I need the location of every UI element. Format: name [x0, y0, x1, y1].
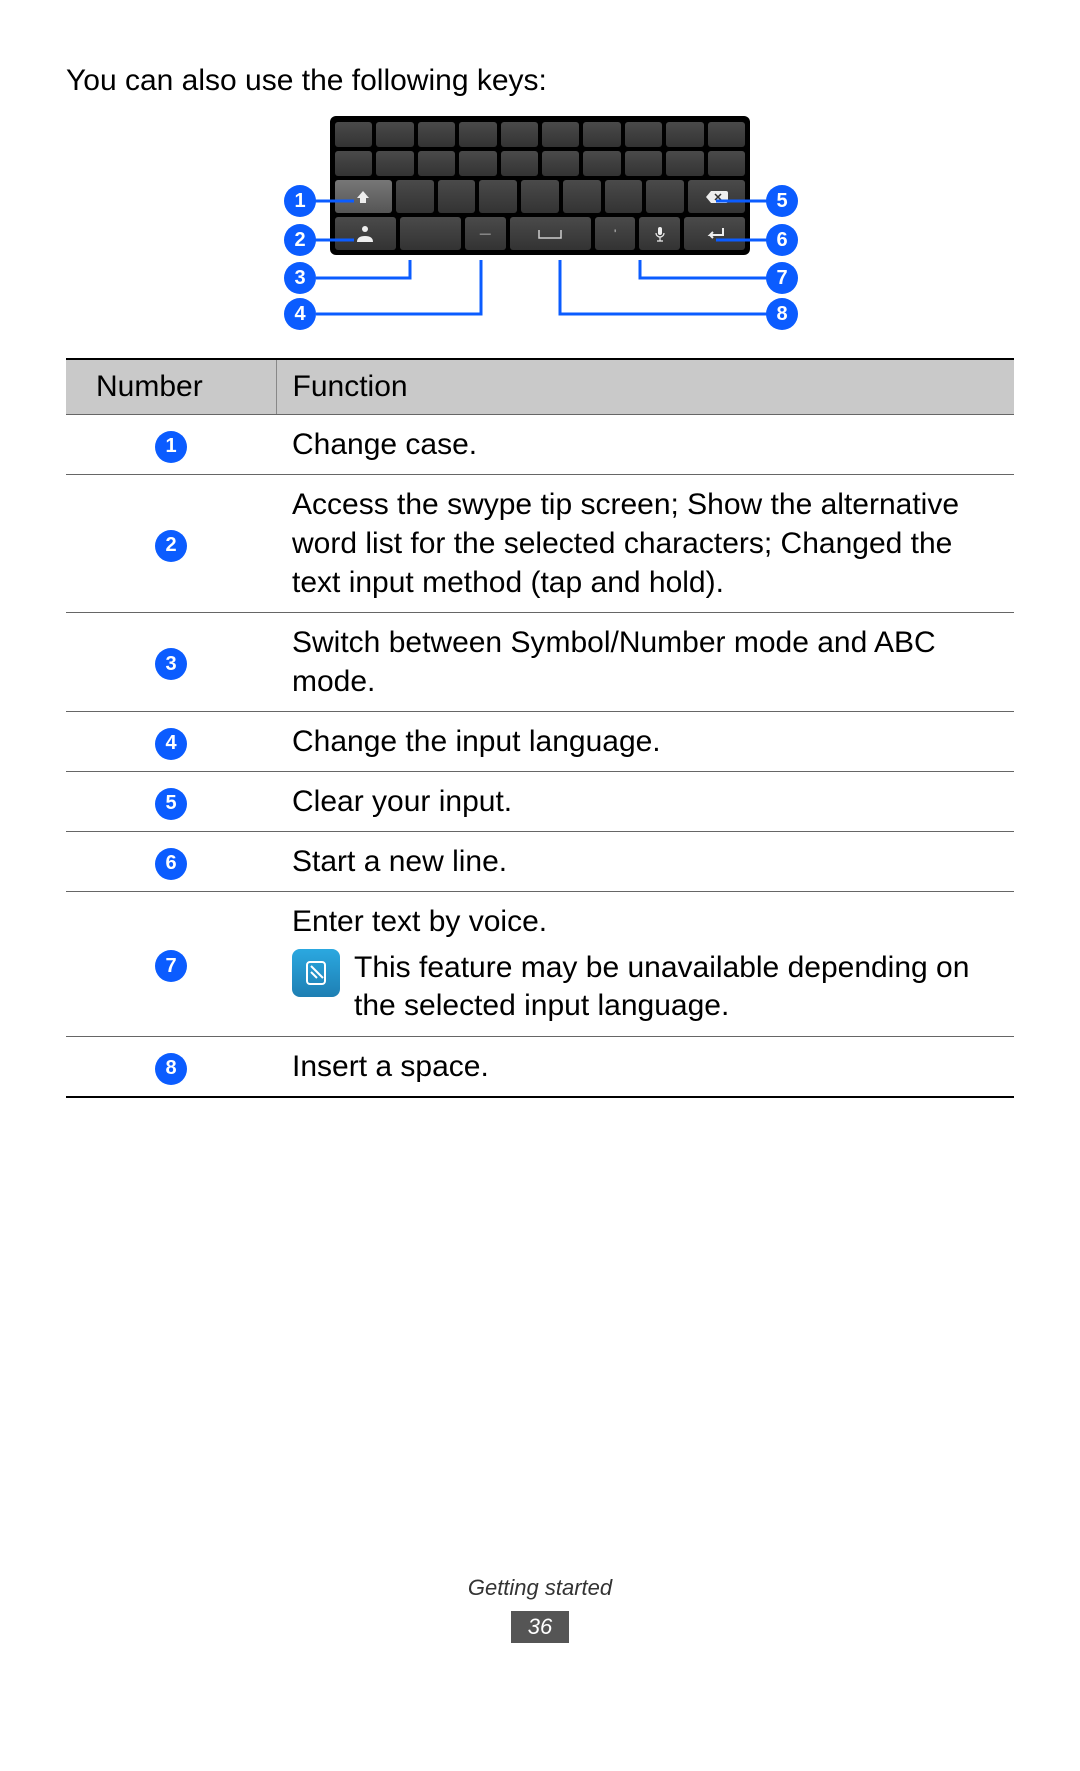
row-function-7: Enter text by voice.: [292, 902, 998, 941]
annotation-badge-1: 1: [284, 185, 316, 217]
row-number-5: 5: [155, 788, 187, 820]
row-function-3: Switch between Symbol/Number mode and AB…: [276, 613, 1014, 712]
annotation-badge-6: 6: [766, 224, 798, 256]
annotation-badge-8: 8: [766, 298, 798, 330]
intro-text: You can also use the following keys:: [66, 64, 547, 98]
annotation-badge-7: 7: [766, 262, 798, 294]
keyboard-diagram: — ' 1 2 3 4 5 6 7 8: [0, 110, 1080, 350]
table-row: 7 Enter text by voice. This feature may …: [66, 892, 1014, 1037]
row-number-3: 3: [155, 648, 187, 680]
row-function-8: Insert a space.: [276, 1036, 1014, 1097]
table-row: 5 Clear your input.: [66, 772, 1014, 832]
row-number-1: 1: [155, 431, 187, 463]
row-number-2: 2: [155, 530, 187, 562]
row-function-6: Start a new line.: [276, 832, 1014, 892]
table-row: 2 Access the swype tip screen; Show the …: [66, 475, 1014, 613]
row-function-1: Change case.: [276, 415, 1014, 475]
row-function-5: Clear your input.: [276, 772, 1014, 832]
table-row: 1 Change case.: [66, 415, 1014, 475]
page-number: 36: [0, 1611, 1080, 1643]
header-function: Function: [276, 359, 1014, 415]
table-row: 4 Change the input language.: [66, 712, 1014, 772]
annotation-badge-2: 2: [284, 224, 316, 256]
table-row: 8 Insert a space.: [66, 1036, 1014, 1097]
annotation-badge-3: 3: [284, 262, 316, 294]
row-note-7: This feature may be unavailable dependin…: [354, 949, 998, 1026]
row-function-4: Change the input language.: [276, 712, 1014, 772]
annotation-badge-5: 5: [766, 185, 798, 217]
table-row: 6 Start a new line.: [66, 832, 1014, 892]
row-number-6: 6: [155, 848, 187, 880]
row-function-2: Access the swype tip screen; Show the al…: [276, 475, 1014, 613]
note-icon: [292, 949, 340, 997]
row-number-8: 8: [155, 1053, 187, 1085]
header-number: Number: [66, 359, 276, 415]
annotation-lines: [0, 110, 1080, 350]
table-row: 3 Switch between Symbol/Number mode and …: [66, 613, 1014, 712]
function-table: Number Function 1 Change case. 2 Access …: [66, 358, 1014, 1098]
footer-section: Getting started: [0, 1575, 1080, 1601]
row-number-4: 4: [155, 728, 187, 760]
annotation-badge-4: 4: [284, 298, 316, 330]
row-number-7: 7: [155, 950, 187, 982]
